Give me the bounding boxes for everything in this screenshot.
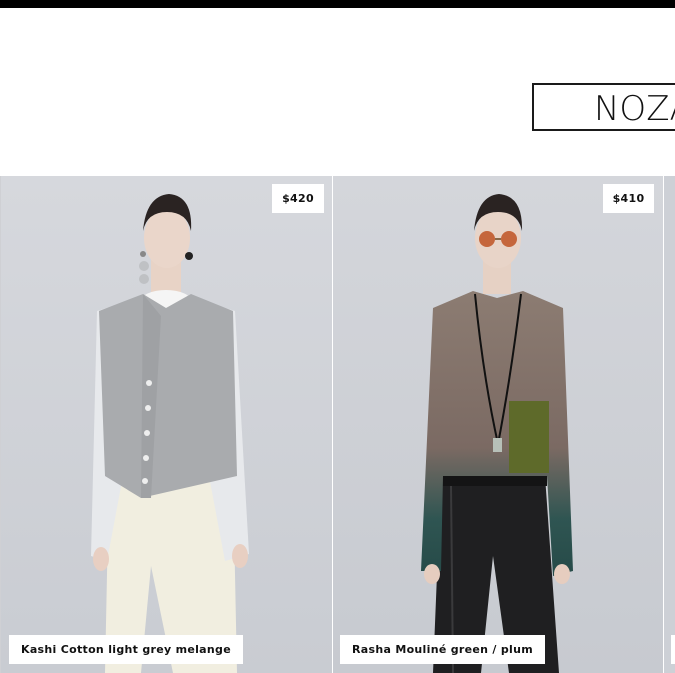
product-image	[421, 194, 573, 673]
product-name-label[interactable]	[671, 635, 675, 664]
product-grid: $420 Kashi Cotton light grey melange $41…	[0, 176, 675, 673]
price-badge: $420	[272, 184, 324, 213]
product-card[interactable]: $420 Kashi Cotton light grey melange	[1, 176, 332, 673]
header: NOZA	[0, 8, 675, 176]
product-name-label[interactable]: Rasha Mouliné green / plum	[340, 635, 545, 664]
price-badge: $410	[603, 184, 654, 213]
brand-logo[interactable]: NOZA	[532, 83, 675, 131]
product-image	[91, 194, 249, 673]
product-name-label[interactable]: Kashi Cotton light grey melange	[9, 635, 243, 664]
product-card[interactable]: $410 Rasha Mouliné green / plum	[333, 176, 663, 673]
product-card[interactable]	[664, 176, 675, 673]
brand-name: NOZA	[594, 89, 675, 129]
top-bar	[0, 0, 675, 8]
